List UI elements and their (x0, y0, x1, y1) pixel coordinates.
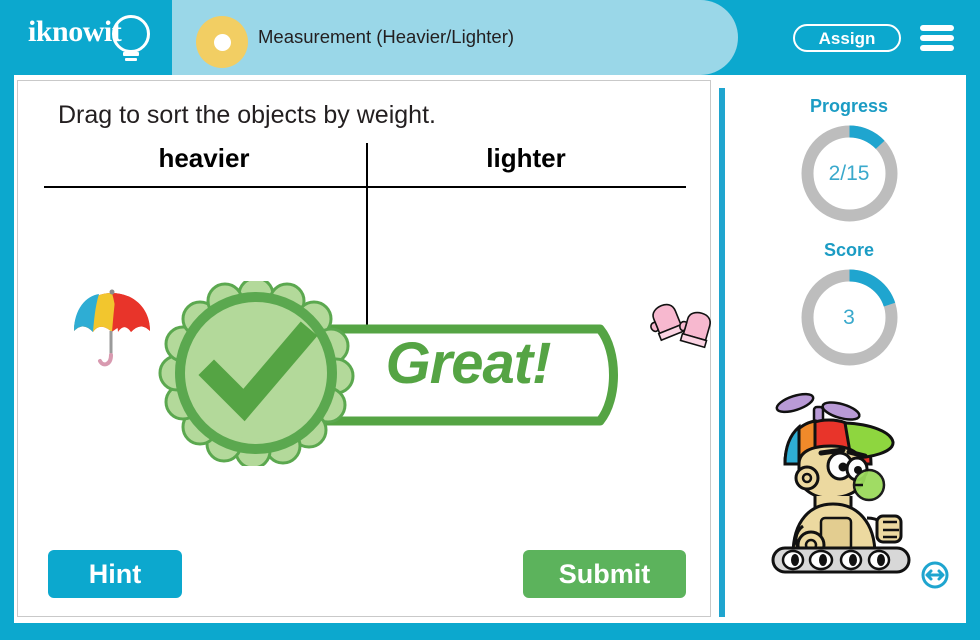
progress-value: 2/15 (828, 161, 870, 185)
resize-horizontal-icon[interactable] (921, 561, 949, 589)
instruction-text: Drag to sort the objects by weight. (58, 101, 436, 129)
app-header: iknowit Measurement (Heavier/Lighter) As… (0, 0, 980, 75)
topic-dot-icon (196, 16, 248, 68)
hamburger-bar-3 (920, 45, 954, 51)
progress-ring: 2/15 (797, 121, 902, 226)
score-ring: 3 (797, 265, 902, 370)
assign-button-label: Assign (818, 28, 876, 48)
sidebar-panel: Progress 2/15 Score 3 (735, 80, 963, 617)
column-vertical-divider (366, 143, 368, 408)
lightbulb-base-icon (123, 52, 139, 56)
lightbulb-base2-icon (125, 58, 137, 61)
hamburger-bar-2 (920, 35, 954, 41)
robot-mascot-icon (771, 392, 911, 574)
score-value: 3 (843, 305, 855, 329)
lightbulb-icon (112, 15, 150, 53)
app-window: iknowit Measurement (Heavier/Lighter) As… (0, 0, 980, 640)
mittens-icon[interactable] (650, 303, 714, 359)
column-header-lighter: lighter (486, 143, 566, 173)
header-rule-divider (44, 186, 686, 188)
hamburger-menu-icon[interactable] (920, 24, 954, 52)
activity-panel: Drag to sort the objects by weight. heav… (17, 80, 711, 617)
column-header-heavier: heavier (158, 143, 250, 173)
mittens-svg (650, 303, 711, 349)
umbrella-icon[interactable] (66, 287, 158, 371)
progress-meter: Progress 2/15 (735, 96, 963, 226)
score-meter: Score 3 (735, 240, 963, 370)
progress-label: Progress (809, 96, 889, 116)
submit-button[interactable]: Submit (523, 550, 686, 598)
score-label: Score (823, 240, 875, 260)
iknowit-logo[interactable]: iknowit (28, 13, 168, 65)
logo-text: iknowit (28, 15, 122, 48)
page-title: Measurement (Heavier/Lighter) (258, 26, 515, 47)
hint-button[interactable]: Hint (48, 550, 182, 598)
topic-dot-inner (213, 33, 231, 51)
hamburger-bar-1 (920, 25, 954, 31)
umbrella-svg (74, 289, 150, 367)
sidebar-separator (719, 88, 725, 617)
assign-button[interactable]: Assign (793, 24, 901, 52)
